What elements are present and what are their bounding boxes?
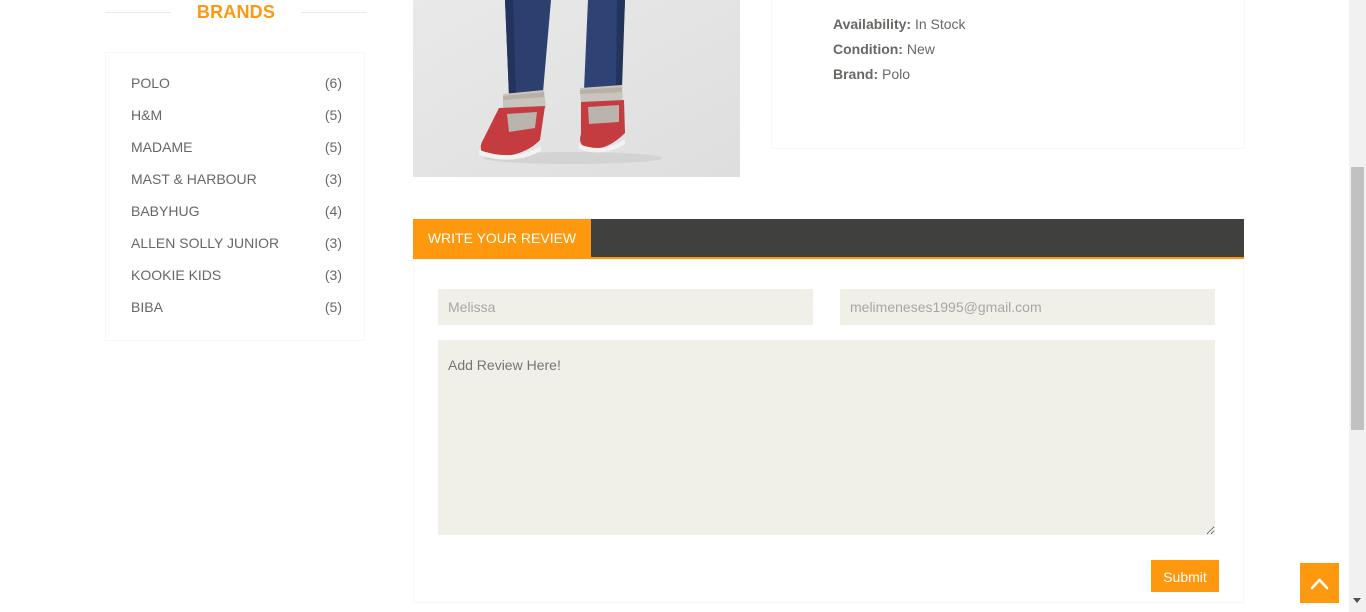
chevron-up-icon [1310,578,1329,590]
tab-write-your-review[interactable]: WRITE YOUR REVIEW [413,219,591,257]
condition: Condition: New [833,41,935,57]
brand-name[interactable]: POLO [131,75,170,91]
brand-item-babyhug[interactable]: BABYHUG (4) [131,203,342,223]
brand-count: (3) [324,235,342,251]
brand-item-allen-solly-junior[interactable]: ALLEN SOLLY JUNIOR (3) [131,235,342,255]
availability: Availability: In Stock [833,16,966,32]
brand-item-polo[interactable]: POLO (6) [131,75,342,95]
brand-item-biba[interactable]: BIBA (5) [131,299,342,319]
brands-heading: BRANDS [105,0,367,26]
brand-label: Brand: [833,66,879,82]
condition-value: New [906,41,935,57]
brand-count: (6) [324,75,342,91]
brand-name[interactable]: KOOKIE KIDS [131,267,221,283]
availability-label: Availability: [833,16,912,32]
page-scrollbar[interactable] [1349,0,1366,612]
brand-name[interactable]: ALLEN SOLLY JUNIOR [131,235,279,251]
brand-count: (3) [324,171,342,187]
brand-count: (5) [324,107,342,123]
product-information: Availability: In Stock Condition: New Br… [771,0,1245,149]
brand: Brand: Polo [833,66,910,82]
brand-count: (5) [324,139,342,155]
scroll-up-button[interactable] [1300,563,1339,603]
brand-count: (5) [324,299,342,315]
review-textarea[interactable] [438,340,1215,535]
brand-item-madame[interactable]: MADAME (5) [131,139,342,159]
scroll-down-arrow-icon[interactable] [1353,598,1361,603]
brands-list: POLO (6) H&M (5) MADAME (5) MAST & HARBO… [105,52,365,341]
brand-name[interactable]: H&M [131,107,162,123]
brand-name[interactable]: MAST & HARBOUR [131,171,257,187]
brand-name[interactable]: BIBA [131,299,163,315]
product-photo [413,0,740,177]
condition-label: Condition: [833,41,903,57]
email-field[interactable] [840,289,1215,325]
product-image [413,0,740,177]
brand-count: (3) [324,267,342,283]
availability-value: In Stock [914,16,966,32]
brand-count: (4) [324,203,342,219]
brand-name[interactable]: BABYHUG [131,203,199,219]
divider [301,12,367,13]
review-tab-bar: WRITE YOUR REVIEW [413,219,1244,259]
brand-name[interactable]: MADAME [131,139,192,155]
name-field[interactable] [438,289,813,325]
brand-item-mast-harbour[interactable]: MAST & HARBOUR (3) [131,171,342,191]
brand-value: Polo [882,66,911,82]
brand-item-hm[interactable]: H&M (5) [131,107,342,127]
submit-button[interactable]: Submit [1151,560,1219,592]
scrollbar-thumb[interactable] [1351,167,1364,430]
brand-item-kookie-kids[interactable]: KOOKIE KIDS (3) [131,267,342,287]
